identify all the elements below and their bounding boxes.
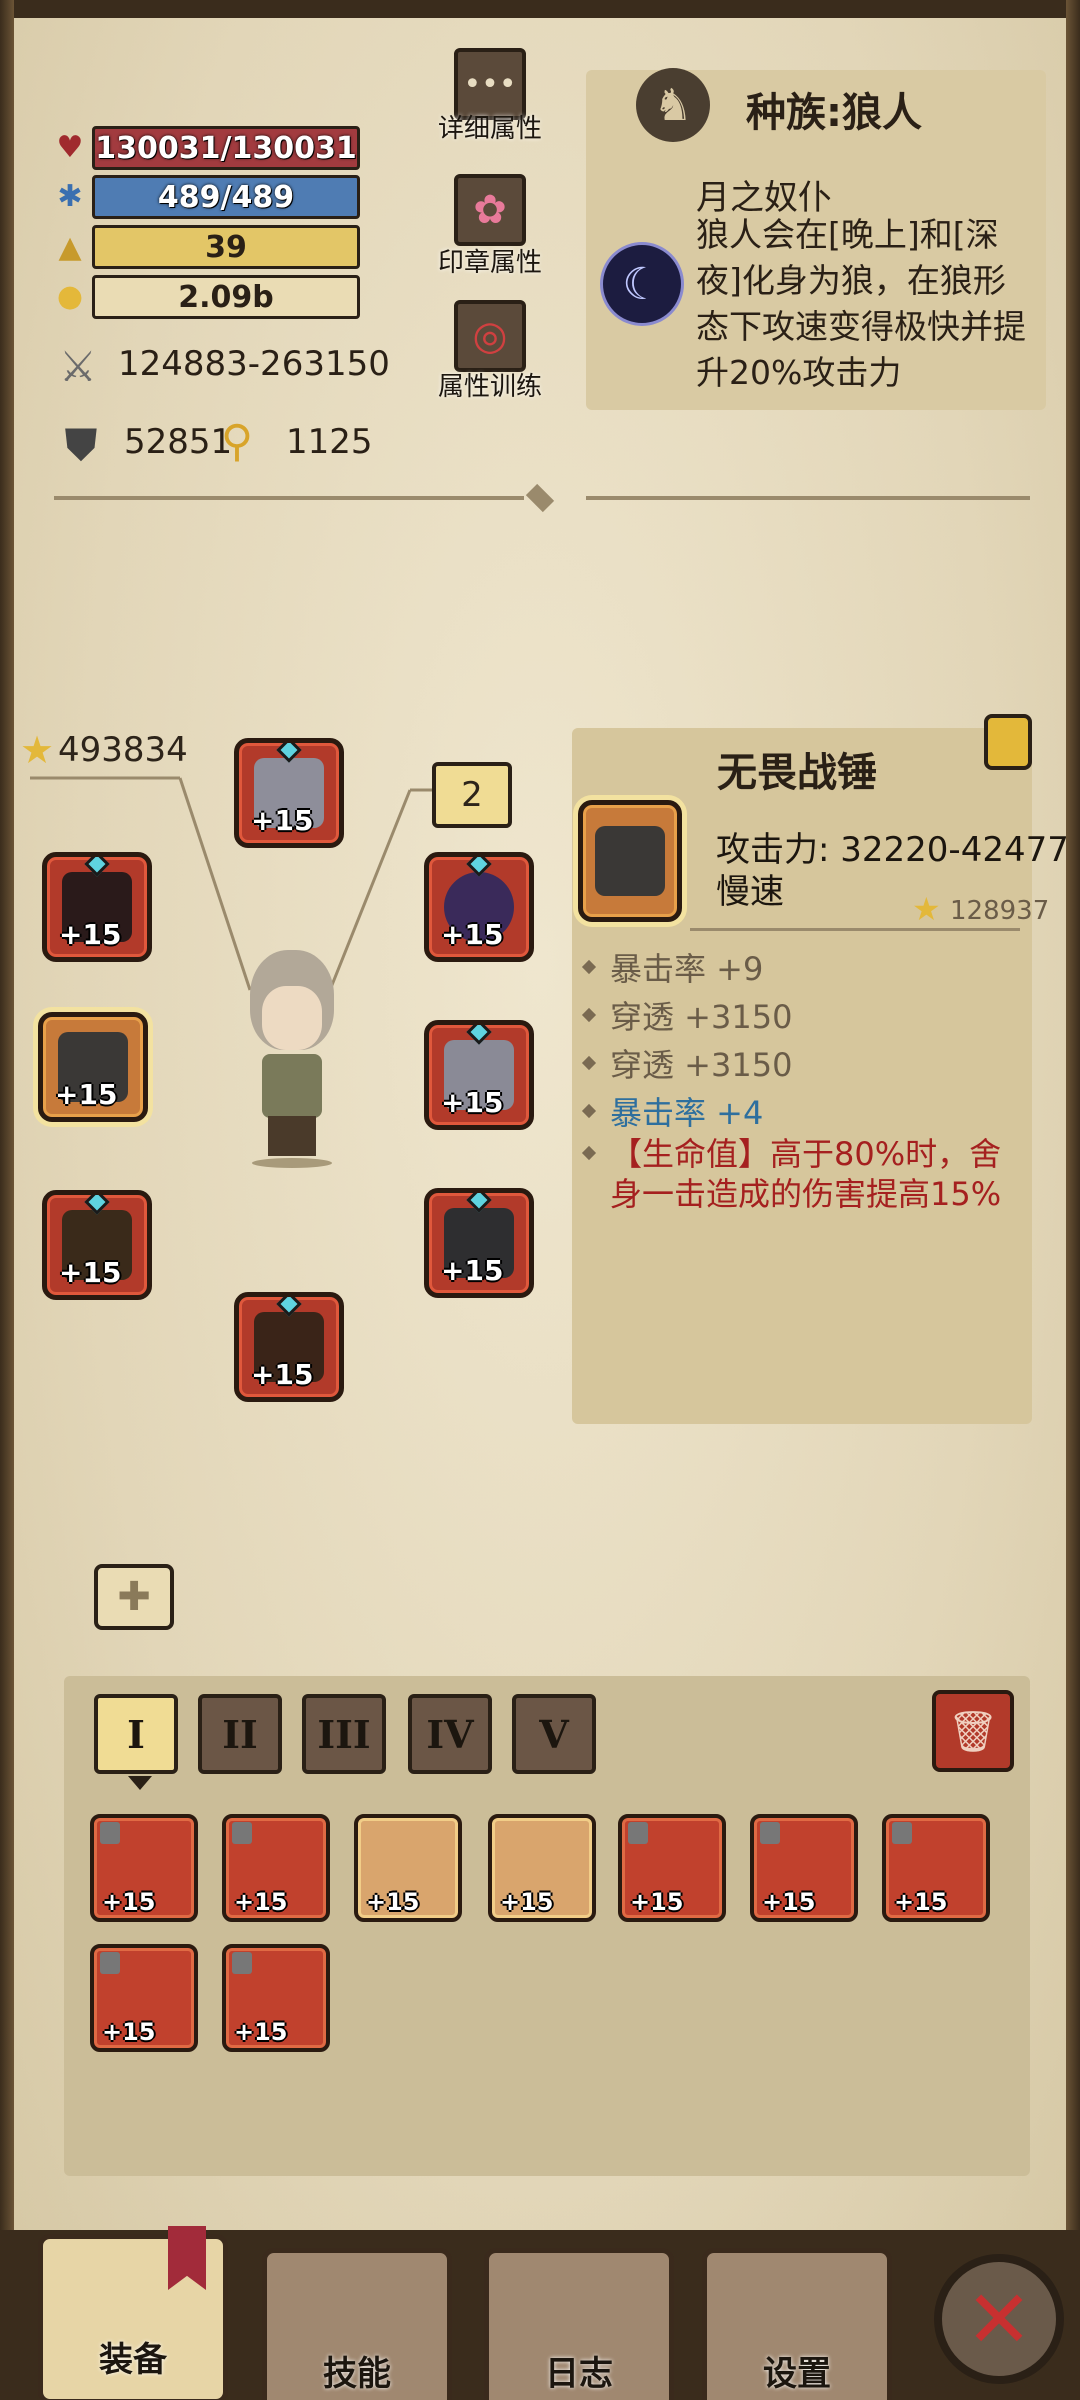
power-icon: ⚲ bbox=[220, 415, 254, 467]
inventory-tab-4[interactable]: IV bbox=[408, 1694, 492, 1774]
item-special-effect: 【生命值】高于80%时，舍身一击造成的伤害提高15% bbox=[581, 1134, 1004, 1214]
upgrade-level: +15 bbox=[59, 918, 122, 951]
divider-right bbox=[586, 496, 1030, 500]
flower-icon: ✿ bbox=[473, 187, 507, 233]
item-divider bbox=[690, 928, 1020, 931]
close-button[interactable]: ✕ bbox=[934, 2254, 1064, 2384]
inventory-item[interactable]: +15 bbox=[354, 1814, 462, 1922]
star-icon: ★ bbox=[912, 890, 941, 928]
item-speed: 慢速 bbox=[716, 872, 784, 912]
upgrade-level: +15 bbox=[441, 1086, 504, 1119]
lock-icon bbox=[892, 1822, 912, 1844]
item-stat-line: 暴击率 +9 bbox=[581, 944, 763, 990]
detail-attributes-label: 详细属性 bbox=[437, 114, 542, 144]
upgrade-level: +15 bbox=[59, 1256, 122, 1289]
lock-icon[interactable] bbox=[984, 714, 1032, 770]
attack-value: 124883-263150 bbox=[118, 344, 390, 384]
inventory-tab-5[interactable]: V bbox=[512, 1694, 596, 1774]
item-stat-line: 穿透 +3150 bbox=[581, 1040, 792, 1086]
equip-slot-helmet[interactable]: +15 bbox=[234, 738, 344, 848]
slot-count-badge[interactable]: 2 bbox=[432, 762, 512, 828]
top-frame bbox=[0, 0, 1080, 18]
power-value: 1125 bbox=[286, 422, 373, 462]
target-icon: ◎ bbox=[472, 313, 508, 359]
upgrade-level: +15 bbox=[441, 918, 504, 951]
attribute-training-button[interactable]: ◎ bbox=[454, 300, 526, 372]
equip-slot-right2[interactable]: +15 bbox=[424, 1020, 534, 1130]
add-slot-button[interactable]: ✚ bbox=[94, 1564, 174, 1630]
heart-icon: ♥ bbox=[56, 129, 84, 165]
shield-icon: ⛊ bbox=[64, 419, 98, 471]
trash-icon[interactable]: 🗑 bbox=[932, 1690, 1014, 1772]
seal-attributes-button[interactable]: ✿ bbox=[454, 174, 526, 246]
inventory-item[interactable]: +15 bbox=[488, 1814, 596, 1922]
hp-bar: 130031/130031 bbox=[92, 126, 360, 170]
lock-icon bbox=[100, 1822, 120, 1844]
lock-icon bbox=[760, 1822, 780, 1844]
level-icon: ▲ bbox=[58, 229, 82, 265]
warhammer-icon bbox=[595, 826, 665, 896]
lock-icon bbox=[232, 1952, 252, 1974]
inventory-item[interactable]: +15 bbox=[222, 1944, 330, 2052]
inventory-item[interactable]: +15 bbox=[90, 1944, 198, 2052]
mp-bar: 489/489 bbox=[92, 175, 360, 219]
gold-bar: 2.09b bbox=[92, 275, 360, 319]
inventory-item[interactable]: +15 bbox=[750, 1814, 858, 1922]
inventory-tab-2[interactable]: II bbox=[198, 1694, 282, 1774]
upgrade-level: +15 bbox=[441, 1254, 504, 1287]
level-bar: 39 bbox=[92, 225, 360, 269]
upgrade-level: +15 bbox=[55, 1078, 118, 1111]
nav-skills-button[interactable]: 技能 bbox=[262, 2248, 452, 2400]
inventory-item[interactable]: +15 bbox=[222, 1814, 330, 1922]
inventory-tab-3[interactable]: III bbox=[302, 1694, 386, 1774]
item-stat-line: 暴击率 +4 bbox=[581, 1088, 763, 1134]
mana-icon: ✱ bbox=[57, 178, 83, 214]
inventory-item[interactable]: +15 bbox=[882, 1814, 990, 1922]
divider-left bbox=[54, 496, 524, 500]
nav-settings-button[interactable]: 设置 bbox=[702, 2248, 892, 2400]
dots-icon: ••• bbox=[463, 66, 517, 102]
character-avatar bbox=[222, 950, 362, 1170]
attribute-training-label: 属性训练 bbox=[437, 372, 542, 402]
gold-icon: ● bbox=[56, 278, 84, 314]
item-stat-line: 穿透 +3150 bbox=[581, 992, 792, 1038]
equip-slot-boots[interactable]: +15 bbox=[234, 1292, 344, 1402]
equip-slot-right3[interactable]: +15 bbox=[424, 1188, 534, 1298]
divider-ornament bbox=[525, 483, 555, 513]
inventory-item[interactable]: +15 bbox=[618, 1814, 726, 1922]
wolf-emblem-icon: ♞ bbox=[636, 68, 710, 142]
item-score: 128937 bbox=[950, 896, 1050, 926]
item-name: 无畏战锤 bbox=[717, 750, 877, 796]
swords-icon: ⚔ bbox=[59, 341, 97, 391]
seal-attributes-label: 印章属性 bbox=[437, 248, 542, 278]
equip-slot-left1[interactable]: +15 bbox=[42, 852, 152, 962]
equip-slot-left3[interactable]: +15 bbox=[42, 1190, 152, 1300]
right-frame bbox=[1066, 0, 1080, 2260]
lock-icon bbox=[100, 1952, 120, 1974]
upgrade-level: +15 bbox=[251, 804, 314, 837]
nav-log-button[interactable]: 日志 bbox=[484, 2248, 674, 2400]
item-detail-icon bbox=[578, 800, 682, 922]
moon-wolf-icon: ☾ bbox=[600, 242, 684, 326]
race-title: 种族:狼人 bbox=[746, 90, 922, 136]
inventory-tab-1[interactable]: I bbox=[94, 1694, 178, 1774]
race-description: 狼人会在[晚上]和[深夜]化身为狼，在狼形态下攻速变得极快并提升20%攻击力 bbox=[696, 215, 1026, 392]
equip-slot-right1[interactable]: +15 bbox=[424, 852, 534, 962]
equip-slot-weapon[interactable]: +15 bbox=[38, 1012, 148, 1122]
upgrade-level: +15 bbox=[251, 1358, 314, 1391]
lock-icon bbox=[628, 1822, 648, 1844]
lock-icon bbox=[232, 1822, 252, 1844]
inventory-item[interactable]: +15 bbox=[90, 1814, 198, 1922]
